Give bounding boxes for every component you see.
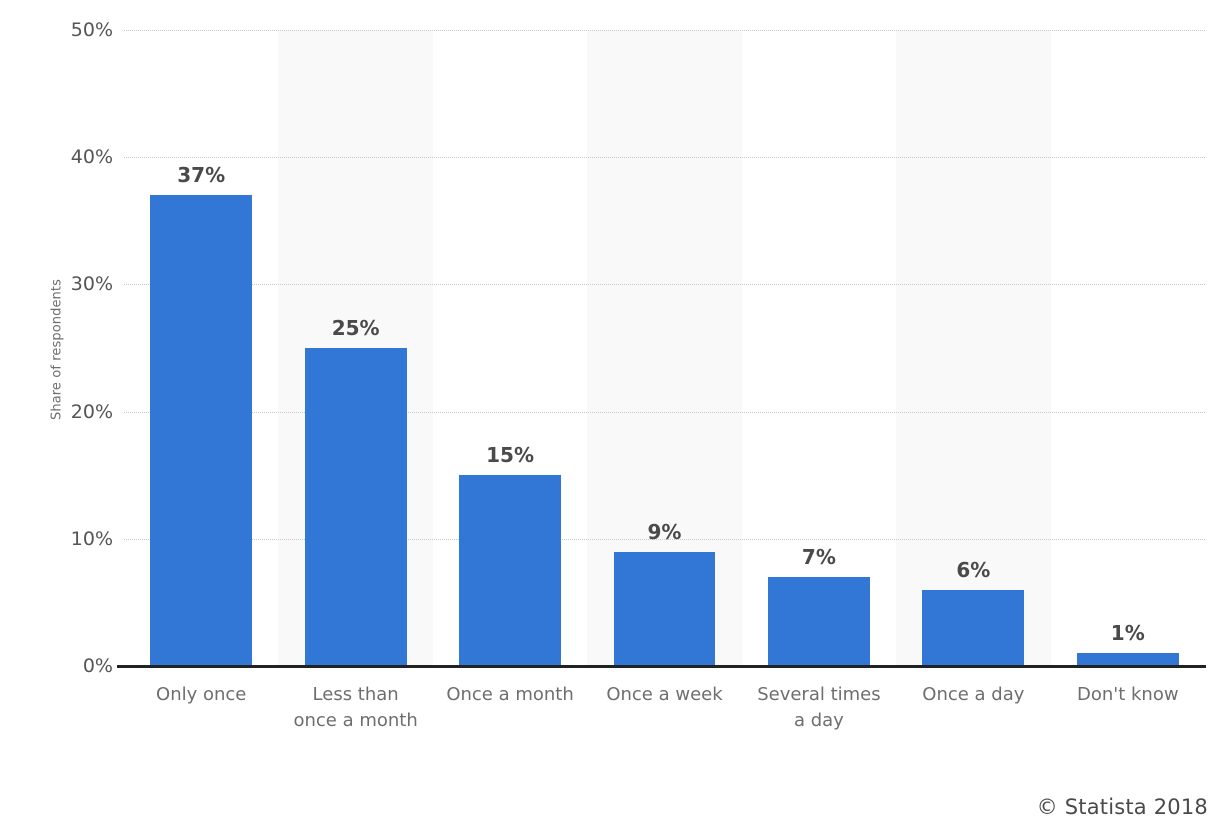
bar-value-label: 15% <box>486 443 534 468</box>
bar-value-label: 7% <box>801 544 836 569</box>
x-axis-category-label: Once a month <box>446 684 574 705</box>
x-axis-category-label: Don't know <box>1076 684 1179 705</box>
bar[interactable] <box>304 348 407 666</box>
x-axis-category-label: Only once <box>156 684 247 705</box>
bar-chart: Share of respondents 50% 40% 30% 20% 10% 0% 3… <box>0 0 1230 832</box>
y-axis-tick-labels: 50% 40% 30% 20% 10% 0% <box>55 0 113 832</box>
gridline <box>124 157 1205 159</box>
y-axis-tick-label: 0% <box>82 655 113 677</box>
x-axis-category-label: Once a week <box>606 684 723 705</box>
bar[interactable] <box>613 551 716 666</box>
x-axis-category-label: Once a day <box>922 684 1025 705</box>
bar[interactable] <box>922 589 1025 666</box>
gridline <box>124 30 1205 31</box>
y-axis-tick-label: 10% <box>70 527 113 550</box>
bar[interactable] <box>767 576 870 666</box>
x-axis-category-label: Several times a day <box>757 684 881 731</box>
y-axis-tick-label: 20% <box>70 400 113 423</box>
bar-value-label: 9% <box>647 519 682 544</box>
bar[interactable] <box>150 195 253 666</box>
y-axis-tick-label: 40% <box>70 146 113 169</box>
y-axis-tick-label: 50% <box>70 19 113 41</box>
x-axis-line <box>117 665 1206 668</box>
bar[interactable] <box>459 475 562 666</box>
plot-area: 37% 25% 15% 9% 7% 6% 1% <box>124 30 1205 666</box>
copyright-credit: © Statista 2018 <box>1036 795 1208 819</box>
bar-value-label: 37% <box>177 163 226 188</box>
bar-value-label: 6% <box>956 557 991 582</box>
y-axis-tick-label: 30% <box>70 273 113 296</box>
bar-value-label: 25% <box>331 316 380 340</box>
bar-value-label: 1% <box>1110 621 1145 646</box>
gridline <box>124 284 1205 286</box>
x-axis-category-label: Less than once a month <box>293 684 418 731</box>
gridline <box>124 411 1205 413</box>
